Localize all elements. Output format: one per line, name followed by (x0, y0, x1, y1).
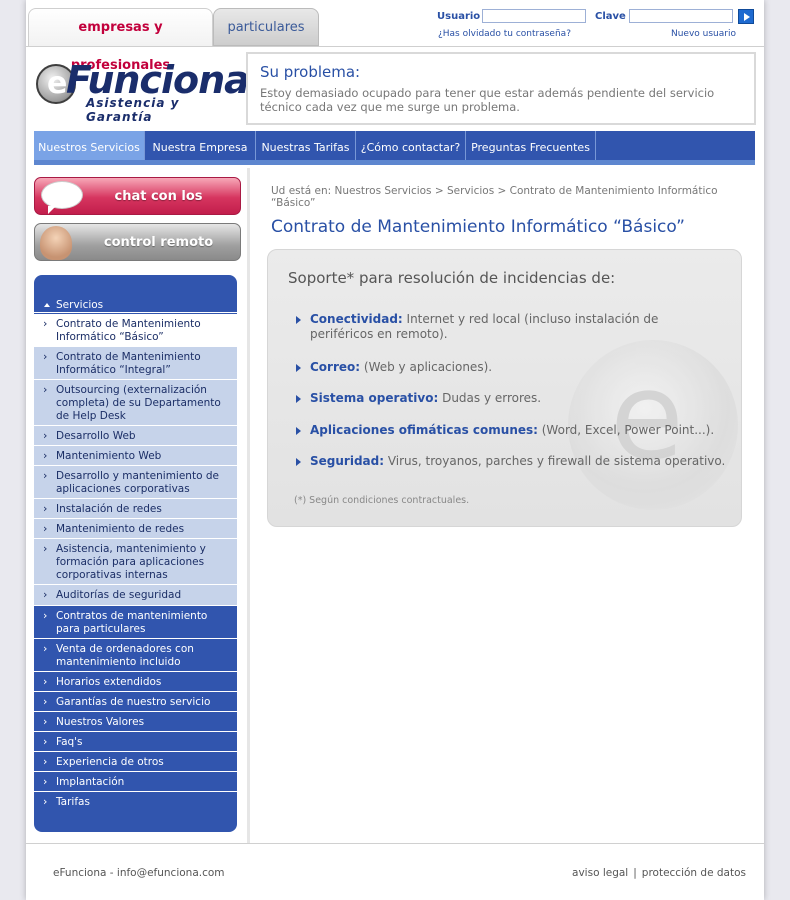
footer-divider (26, 843, 764, 844)
sidebar-item-experiencia[interactable]: Experiencia de otros (34, 752, 237, 772)
nav-como-contactar[interactable]: ¿Cómo contactar? (356, 131, 466, 160)
sidebar-heading-label: Servicios (56, 299, 104, 311)
footer-links: aviso legal | protección de datos (572, 867, 746, 879)
column-divider (247, 168, 250, 843)
sidebar-item-valores[interactable]: Nuestros Valores (34, 712, 237, 732)
password-label: Clave (595, 11, 626, 22)
sidebar-item-contrato-basico[interactable]: Contrato de Mantenimiento Informático “B… (34, 314, 237, 347)
breadcrumb: Ud está en: Nuestros Servicios > Servici… (271, 185, 718, 209)
problem-text: Estoy demasiado ocupado para tener que e… (260, 86, 715, 114)
support-item-seguridad: Seguridad: Virus, troyanos, parches y fi… (296, 454, 736, 469)
chat-bubble-icon (41, 181, 83, 214)
user-input[interactable] (482, 9, 586, 23)
remote-button-label: control remoto (103, 235, 214, 250)
sidebar-item-garantias[interactable]: Garantías de nuestro servicio (34, 692, 237, 712)
sidebar-item-contrato-integral[interactable]: Contrato de Mantenimiento Informático “I… (34, 347, 237, 380)
support-item-correo: Correo: (Web y aplicaciones). (296, 360, 716, 375)
sidebar-item-outsourcing[interactable]: Outsourcing (externalización completa) d… (34, 380, 237, 426)
support-panel: e Soporte* para resolución de incidencia… (267, 249, 742, 527)
panel-footnote: (*) Según condiciones contractuales. (294, 495, 470, 506)
forgot-password-link[interactable]: ¿Has olvidado tu contraseña? (438, 29, 571, 39)
sidebar-item-faqs[interactable]: Faq's (34, 732, 237, 752)
remote-control-button[interactable]: control remoto (34, 223, 241, 261)
problem-box: Su problema: Estoy demasiado ocupado par… (246, 52, 756, 125)
services-sidebar: Servicios Contrato de Mantenimiento Info… (34, 275, 237, 832)
nav-nuestra-empresa[interactable]: Nuestra Empresa (145, 131, 256, 160)
logo-e-letter: e (47, 66, 68, 101)
password-input[interactable] (629, 9, 733, 23)
sidebar-item-mantenimiento-web[interactable]: Mantenimiento Web (34, 446, 237, 466)
support-item-conectividad: Conectividad: Internet y red local (incl… (296, 312, 716, 342)
sidebar-item-auditorias[interactable]: Auditorías de seguridad (34, 585, 237, 606)
sidebar-item-asistencia-formacion[interactable]: Asistencia, mantenimiento y formación pa… (34, 539, 237, 585)
sidebar-item-contratos-particulares[interactable]: Contratos de mantenimiento para particul… (34, 606, 237, 639)
sidebar-item-horarios[interactable]: Horarios extendidos (34, 672, 237, 692)
sidebar-heading[interactable]: Servicios (34, 275, 237, 313)
page: empresas y profesionales particulares Us… (26, 0, 764, 900)
collapse-arrow-icon (44, 303, 50, 307)
page-title: Contrato de Mantenimiento Informático “B… (271, 217, 685, 237)
nav-preguntas-frecuentes[interactable]: Preguntas Frecuentes (466, 131, 596, 160)
legal-notice-link[interactable]: aviso legal (572, 867, 628, 879)
nav-nuestros-servicios[interactable]: Nuestros Servicios (34, 131, 145, 160)
data-protection-link[interactable]: protección de datos (642, 867, 746, 879)
user-label: Usuario (437, 11, 481, 22)
chat-technicians-button[interactable]: chat con los técnicos (34, 177, 241, 242)
new-user-link[interactable]: Nuevo usuario (671, 29, 736, 39)
sidebar-item-venta-ordenadores[interactable]: Venta de ordenadores con mantenimiento i… (34, 639, 237, 672)
sidebar-item-implantacion[interactable]: Implantación (34, 772, 237, 792)
footer-separator: | (633, 867, 637, 879)
support-item-ofimatica: Aplicaciones ofimáticas comunes: (Word, … (296, 423, 716, 438)
sidebar-item-tarifas[interactable]: Tarifas (34, 792, 237, 812)
login-submit-button[interactable] (738, 9, 754, 24)
sidebar-item-desarrollo-web[interactable]: Desarrollo Web (34, 426, 237, 446)
sidebar-item-instalacion-redes[interactable]: Instalación de redes (34, 499, 237, 519)
support-item-sistema-operativo: Sistema operativo: Dudas y errores. (296, 391, 716, 406)
tab-empresas[interactable]: empresas y profesionales (28, 8, 213, 73)
nav-nuestras-tarifas[interactable]: Nuestras Tarifas (256, 131, 356, 160)
sidebar-item-mantenimiento-redes[interactable]: Mantenimiento de redes (34, 519, 237, 539)
problem-title: Su problema: (260, 63, 361, 81)
logo-subtitle: Asistencia y Garantía (86, 96, 180, 124)
top-divider (26, 46, 764, 47)
sidebar-item-aplicaciones-corporativas[interactable]: Desarrollo y mantenimiento de aplicacion… (34, 466, 237, 499)
footer-contact: eFunciona - info@efunciona.com (53, 867, 225, 879)
panel-heading: Soporte* para resolución de incidencias … (288, 269, 616, 287)
technician-avatar-icon (40, 226, 72, 260)
tab-particulares[interactable]: particulares (213, 8, 319, 46)
efunciona-logo[interactable]: e Funciona Asistencia y Garantía (36, 58, 250, 124)
main-nav: Nuestros Servicios Nuestra Empresa Nuest… (34, 131, 755, 165)
